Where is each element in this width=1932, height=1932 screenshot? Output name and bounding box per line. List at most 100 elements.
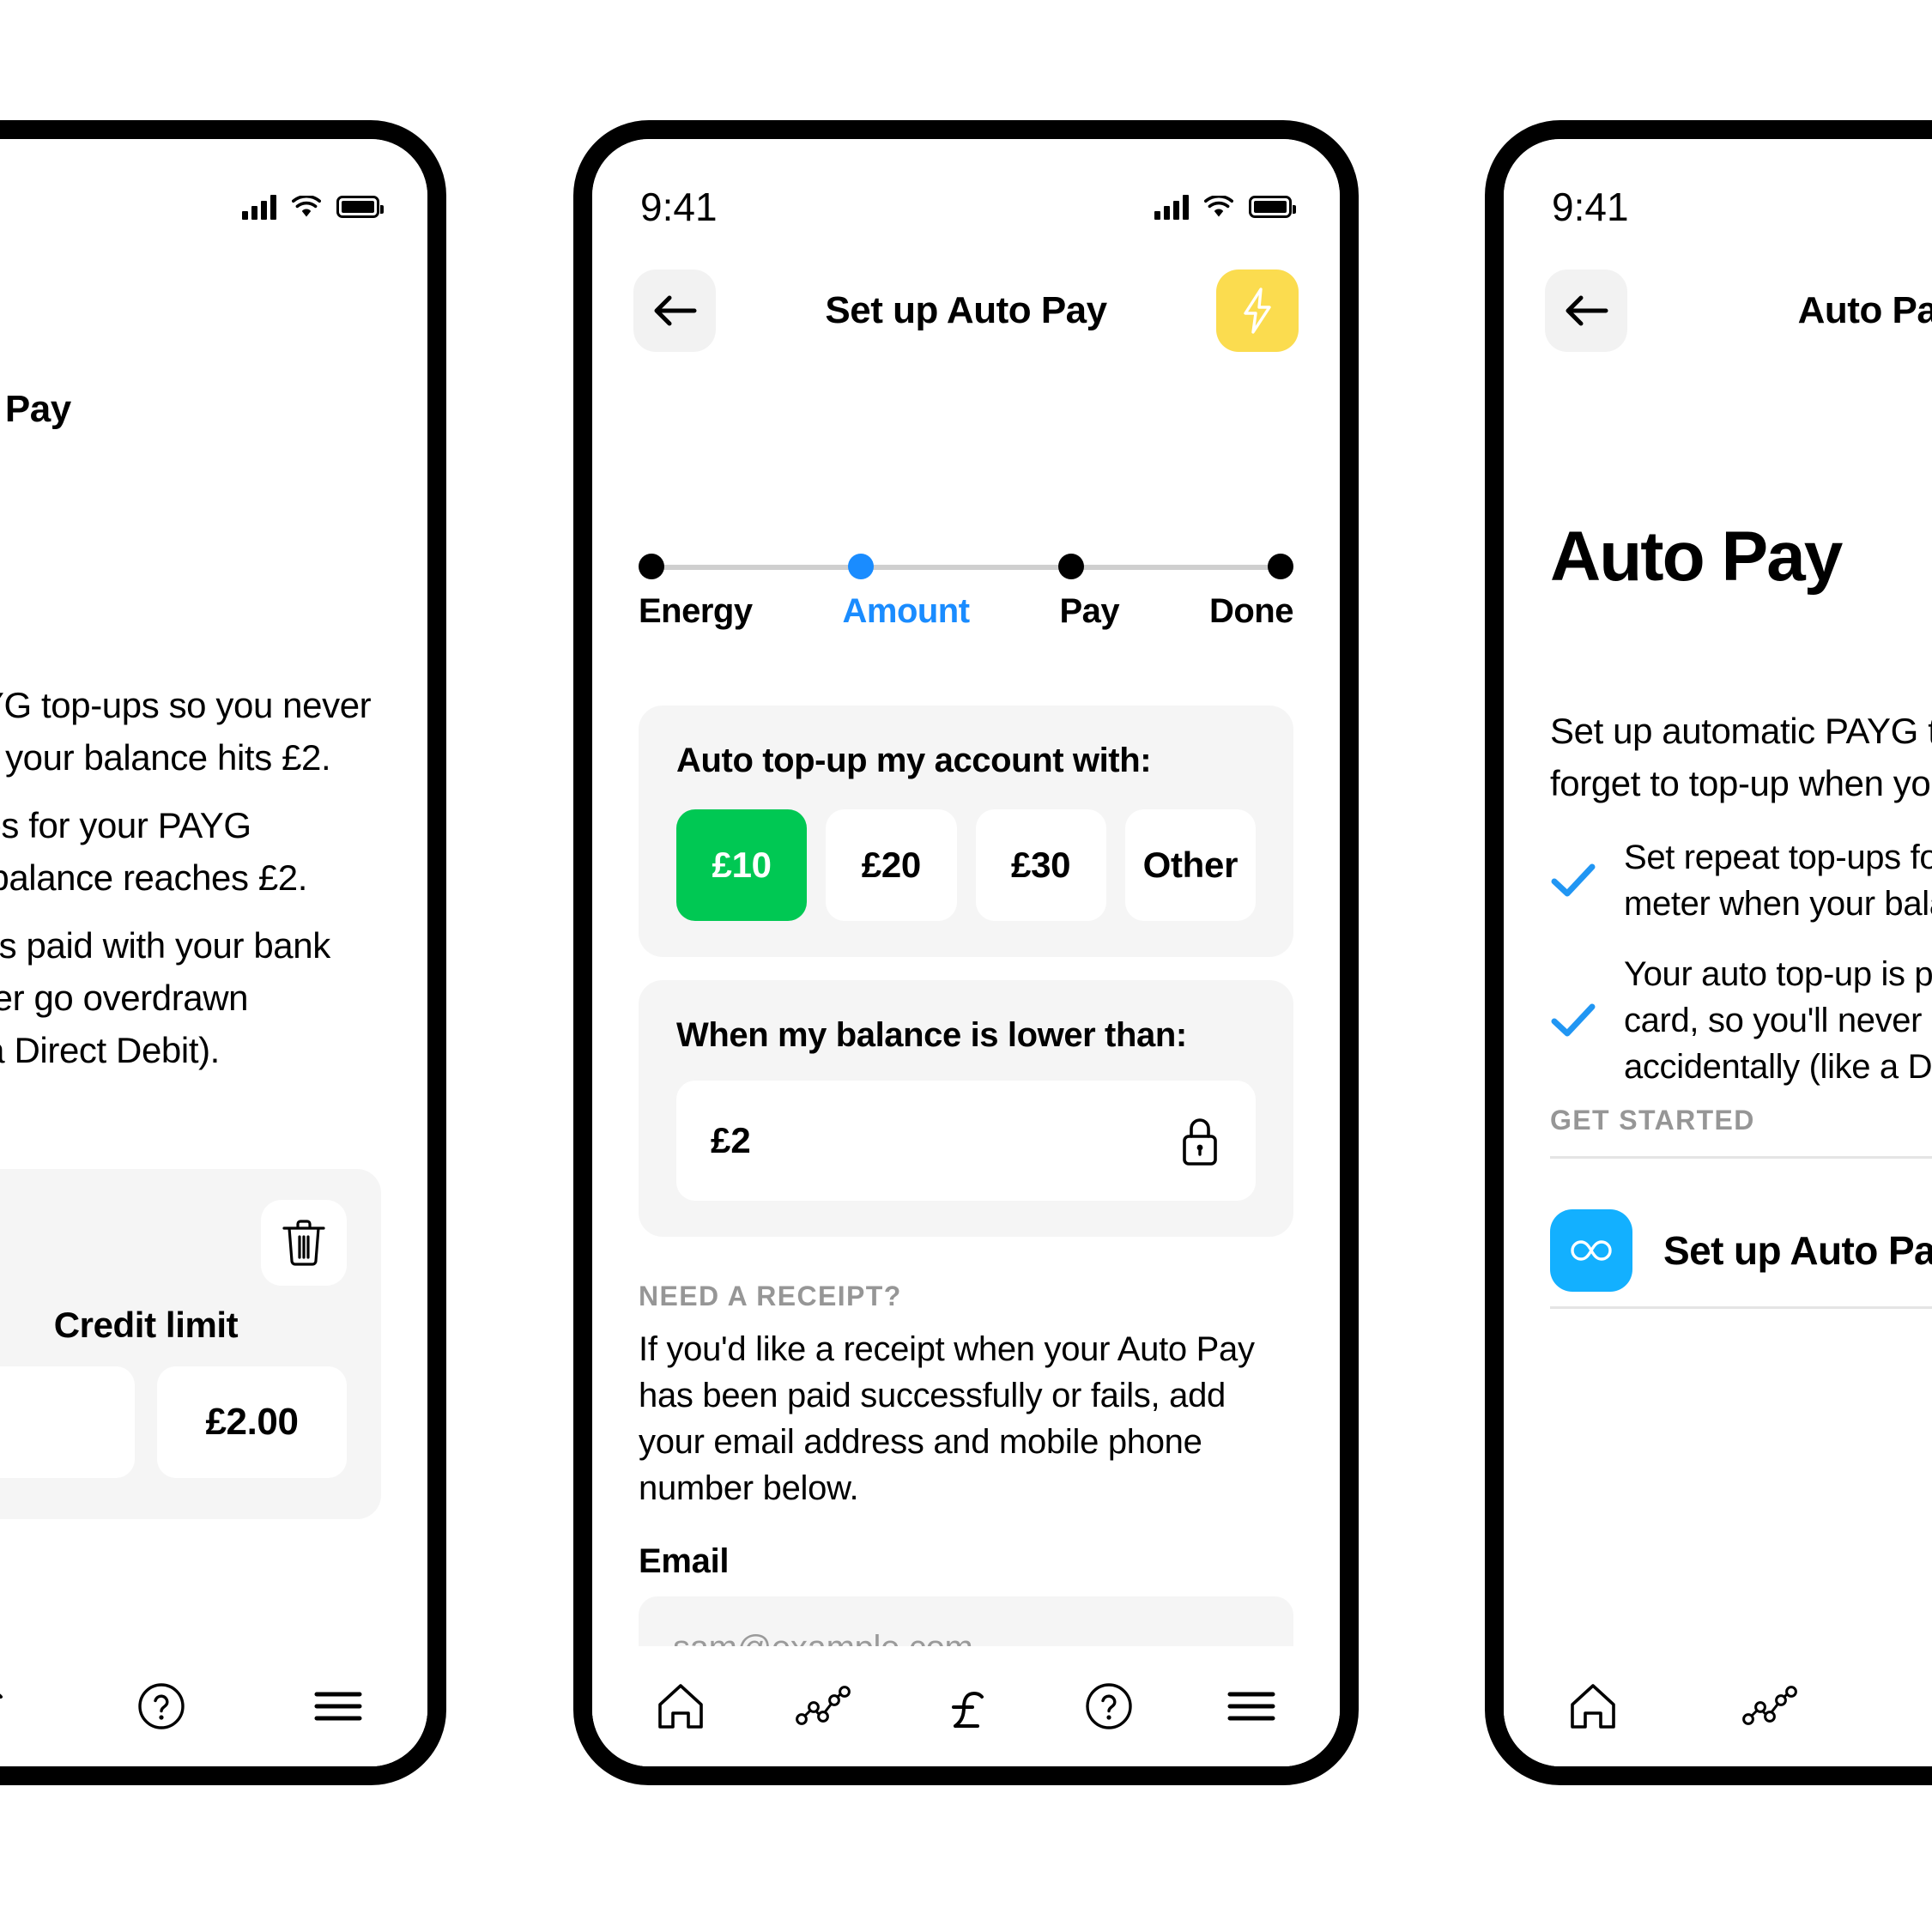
amount-option-30[interactable]: £30	[975, 809, 1106, 921]
stepper-line	[651, 565, 1281, 570]
topup-card-title: Auto top-up my account with:	[676, 742, 1152, 779]
center-status-time: 9:41	[640, 185, 718, 229]
benefit-text: Your auto top-up is paid card, so you'll…	[1624, 955, 1932, 1086]
tab-help[interactable]	[1068, 1665, 1150, 1747]
right-status-bar: 9:41	[1504, 139, 1932, 242]
center-status-icons	[1154, 194, 1296, 220]
right-screen: 9:41 Auto Pay Auto Pay Set up automatic …	[1504, 139, 1932, 1766]
email-label: Email	[639, 1542, 730, 1580]
topup-amount-card: Auto top-up my account with: £10 £20 £30…	[639, 706, 1293, 957]
arrow-left-icon	[651, 293, 698, 329]
stepper-dot-energy[interactable]	[639, 554, 664, 579]
right-eyebrow: GET STARTED	[1550, 1105, 1755, 1136]
right-nav-bar: Auto Pay	[1504, 259, 1932, 362]
tab-payments[interactable]	[924, 1665, 1007, 1747]
back-button[interactable]	[633, 270, 716, 352]
tab-home[interactable]	[639, 1665, 722, 1747]
pound-icon	[943, 1681, 988, 1731]
right-tab-bar	[1504, 1646, 1932, 1766]
tab-menu[interactable]	[1210, 1665, 1293, 1747]
threshold-input[interactable]: £2	[676, 1081, 1256, 1201]
usage-icon	[1742, 1686, 1797, 1727]
wifi-icon	[1204, 196, 1233, 218]
left-credit-limit-value[interactable]: £2.00	[157, 1366, 347, 1478]
stepper-label-energy: Energy	[639, 592, 753, 630]
left-card-field-hidden[interactable]	[0, 1366, 135, 1478]
boost-button[interactable]	[1216, 270, 1299, 352]
lock-icon	[1178, 1114, 1221, 1167]
check-icon	[1550, 862, 1596, 899]
home-icon	[656, 1682, 706, 1730]
receipt-eyebrow: NEED A RECEIPT?	[639, 1281, 902, 1311]
amount-option-other[interactable]: Other	[1124, 809, 1256, 921]
left-card-fields: £2.00	[0, 1366, 347, 1478]
arrow-left-icon	[1563, 293, 1609, 329]
tab-payments[interactable]	[1905, 1665, 1932, 1747]
left-status-icons	[242, 194, 384, 220]
page-title: Auto Pay	[1797, 289, 1932, 331]
pound-icon	[0, 1681, 7, 1731]
right-status-time: 9:41	[1552, 185, 1629, 229]
center-screen: 9:41 Set up Auto Pay Energy Amount Pay D…	[592, 139, 1340, 1766]
center-nav-bar: Set up Auto Pay	[592, 259, 1340, 362]
menu-icon	[1226, 1689, 1276, 1723]
left-tab-bar	[0, 1646, 427, 1766]
help-icon	[1084, 1681, 1134, 1731]
check-icon	[1550, 1002, 1596, 1039]
left-screen: Auto Pay c PAYG top-ups so you never whe…	[0, 139, 427, 1766]
threshold-card-title: When my balance is lower than:	[676, 1016, 1187, 1054]
center-status-bar: 9:41	[592, 139, 1340, 242]
stepper-label-amount: Amount	[842, 592, 970, 630]
threshold-value: £2	[711, 1120, 751, 1160]
topup-amount-options: £10 £20 £30 Other	[676, 809, 1256, 921]
receipt-body: If you'd like a receipt when your Auto P…	[639, 1330, 1255, 1507]
tab-usage[interactable]	[782, 1665, 864, 1747]
battery-icon	[1249, 196, 1296, 218]
stepper-labels: Energy Amount Pay Done	[639, 592, 1293, 631]
stepper-track	[639, 551, 1293, 582]
balance-threshold-card: When my balance is lower than: £2	[639, 980, 1293, 1237]
page-title: Set up Auto Pay	[825, 289, 1107, 331]
usage-icon	[796, 1686, 851, 1727]
cellular-signal-icon	[1926, 194, 1932, 220]
amount-option-10[interactable]: £10	[676, 809, 808, 921]
cellular-signal-icon	[242, 194, 276, 220]
tab-payments[interactable]	[0, 1665, 26, 1747]
left-page-title: Auto Pay	[0, 388, 71, 430]
divider-bottom	[1550, 1306, 1932, 1309]
right-heading: Auto Pay	[1550, 518, 1843, 596]
cellular-signal-icon	[1154, 194, 1189, 220]
divider-top	[1550, 1156, 1932, 1159]
menu-icon	[313, 1689, 363, 1723]
left-paragraph-3: o-up is paid with your bank ll never go …	[0, 925, 330, 1070]
pound-icon	[1924, 1681, 1932, 1731]
home-icon	[1568, 1682, 1618, 1730]
stepper-dot-amount[interactable]	[848, 554, 875, 579]
setup-auto-pay-row[interactable]: Set up Auto Pay	[1550, 1199, 1932, 1302]
amount-option-20[interactable]: £20	[826, 809, 957, 921]
tab-help[interactable]	[120, 1665, 203, 1747]
benefit-text: Set repeat top-ups for yo meter when you…	[1624, 839, 1932, 923]
trash-icon	[281, 1218, 327, 1268]
tab-menu[interactable]	[297, 1665, 379, 1747]
stepper-dot-pay[interactable]	[1057, 554, 1084, 579]
center-tab-bar	[592, 1646, 1340, 1766]
tab-home[interactable]	[1552, 1665, 1634, 1747]
stepper-dot-done[interactable]	[1267, 554, 1293, 579]
left-paragraph-2: op-ups for your PAYG your balance reache…	[0, 805, 308, 898]
screenshot-stage: Auto Pay c PAYG top-ups so you never whe…	[0, 0, 1932, 1932]
infinity-icon	[1550, 1209, 1632, 1292]
right-intro: Set up automatic PAYG top-u forget to to…	[1550, 711, 1932, 803]
trash-icon-button[interactable]	[261, 1200, 347, 1286]
left-credit-limit-card: Credit limit £2.00	[0, 1169, 381, 1519]
tab-usage[interactable]	[1729, 1665, 1811, 1747]
stepper-label-done: Done	[1208, 592, 1294, 630]
progress-stepper: Energy Amount Pay Done	[592, 551, 1340, 631]
right-benefit-list: Set repeat top-ups for yo meter when you…	[1550, 834, 1932, 1114]
phone-center: 9:41 Set up Auto Pay Energy Amount Pay D…	[573, 120, 1359, 1785]
benefit-item: Your auto top-up is paid card, so you'll…	[1550, 951, 1932, 1090]
wifi-icon	[292, 196, 321, 218]
battery-icon	[336, 196, 384, 218]
left-card-label: Credit limit	[53, 1305, 239, 1345]
back-button[interactable]	[1545, 270, 1627, 352]
